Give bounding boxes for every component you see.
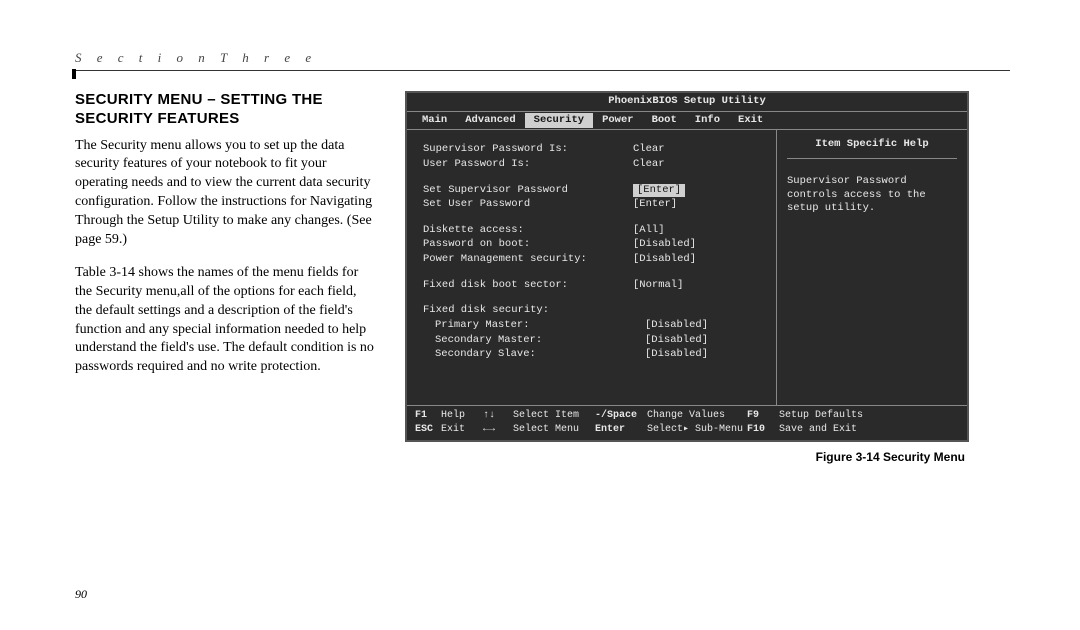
bios-tab-main[interactable]: Main xyxy=(413,113,456,129)
bios-field-label: Power Management security: xyxy=(423,253,633,267)
bios-field-label: Supervisor Password Is: xyxy=(423,143,633,157)
bios-tab-info[interactable]: Info xyxy=(686,113,729,129)
bios-tab-power[interactable]: Power xyxy=(593,113,643,129)
bios-field-value: [Enter] xyxy=(633,184,685,198)
footer-action: Select Item xyxy=(513,409,595,422)
bios-field-label: Secondary Slave: xyxy=(423,348,645,362)
bios-field-value: [Disabled] xyxy=(645,319,708,333)
bios-field-label: Set User Password xyxy=(423,198,633,212)
bios-field-label: Secondary Master: xyxy=(423,334,645,348)
page-number: 90 xyxy=(75,587,87,602)
footer-action: Save and Exit xyxy=(779,423,959,436)
bios-field-label: Password on boot: xyxy=(423,238,633,252)
footer-action: Select Menu xyxy=(513,423,595,436)
bios-field-label: Set Supervisor Password xyxy=(423,184,633,198)
footer-key: ←→ xyxy=(483,423,513,436)
bios-field-value: [Enter] xyxy=(633,198,677,212)
footer-key: F9 xyxy=(747,409,779,422)
figure-caption: Figure 3-14 Security Menu xyxy=(405,450,965,464)
footer-action: Help xyxy=(441,409,483,422)
bios-field-label: Primary Master: xyxy=(423,319,645,333)
bios-field-row[interactable]: Power Management security:[Disabled] xyxy=(423,253,766,267)
bios-field-label: Fixed disk security: xyxy=(423,304,633,318)
bios-help-text: Supervisor Password controls access to t… xyxy=(787,175,957,216)
footer-key: ↑↓ xyxy=(483,409,513,422)
bios-tab-security[interactable]: Security xyxy=(525,113,593,129)
bios-field-row[interactable]: Diskette access:[All] xyxy=(423,224,766,238)
bios-field-row[interactable]: Password on boot:[Disabled] xyxy=(423,238,766,252)
bios-field-row[interactable]: Fixed disk security: xyxy=(423,304,766,318)
paragraph: Table 3-14 shows the names of the menu f… xyxy=(75,264,375,377)
body-text-column: SECURITY MENU – SETTING THE SECURITY FEA… xyxy=(75,91,375,464)
bios-field-label: Diskette access: xyxy=(423,224,633,238)
footer-key: F1 xyxy=(415,409,441,422)
page-title: SECURITY MENU – SETTING THE SECURITY FEA… xyxy=(75,91,375,129)
footer-action: Setup Defaults xyxy=(779,409,959,422)
bios-field-row[interactable]: Set User Password[Enter] xyxy=(423,198,766,212)
bios-screenshot: PhoenixBIOS Setup Utility Main Advanced … xyxy=(405,91,969,442)
bios-tab-advanced[interactable]: Advanced xyxy=(456,113,524,129)
bios-title: PhoenixBIOS Setup Utility xyxy=(407,93,967,111)
bios-tab-bar: Main Advanced Security Power Boot Info E… xyxy=(407,111,967,131)
footer-key: Enter xyxy=(595,423,647,436)
bios-field-row[interactable]: Primary Master:[Disabled] xyxy=(423,319,766,333)
bios-help-title: Item Specific Help xyxy=(787,138,957,159)
footer-key: ESC xyxy=(415,423,441,436)
footer-key: F10 xyxy=(747,423,779,436)
bios-footer: F1 Help ↑↓ Select Item -/Space Change Va… xyxy=(407,405,967,440)
footer-action: Select▸ Sub-Menu xyxy=(647,423,747,436)
bios-field-value: Clear xyxy=(633,143,665,157)
bios-field-value: [Disabled] xyxy=(633,253,696,267)
header-rule xyxy=(75,70,1010,71)
section-header: S e c t i o n T h r e e xyxy=(75,50,1010,66)
bios-field-value: Clear xyxy=(633,158,665,172)
bios-field-row[interactable]: Supervisor Password Is:Clear xyxy=(423,143,766,157)
footer-action: Exit xyxy=(441,423,483,436)
bios-field-label: Fixed disk boot sector: xyxy=(423,279,633,293)
bios-field-label: User Password Is: xyxy=(423,158,633,172)
bios-field-value: [Disabled] xyxy=(645,334,708,348)
paragraph: The Security menu allows you to set up t… xyxy=(75,137,375,250)
bios-field-row[interactable]: Secondary Slave:[Disabled] xyxy=(423,348,766,362)
bios-fields-panel: Supervisor Password Is:ClearUser Passwor… xyxy=(407,130,777,405)
bios-tab-boot[interactable]: Boot xyxy=(643,113,686,129)
bios-field-row[interactable]: User Password Is:Clear xyxy=(423,158,766,172)
bios-field-value: [Disabled] xyxy=(645,348,708,362)
bios-field-value: [All] xyxy=(633,224,665,238)
bios-field-row[interactable]: Secondary Master:[Disabled] xyxy=(423,334,766,348)
bios-field-row[interactable]: Fixed disk boot sector:[Normal] xyxy=(423,279,766,293)
bios-field-value: [Normal] xyxy=(633,279,683,293)
bios-help-panel: Item Specific Help Supervisor Password c… xyxy=(777,130,967,405)
footer-action: Change Values xyxy=(647,409,747,422)
footer-key: -/Space xyxy=(595,409,647,422)
bios-field-value: [Disabled] xyxy=(633,238,696,252)
bios-field-row[interactable]: Set Supervisor Password[Enter] xyxy=(423,184,766,198)
bios-tab-exit[interactable]: Exit xyxy=(729,113,772,129)
